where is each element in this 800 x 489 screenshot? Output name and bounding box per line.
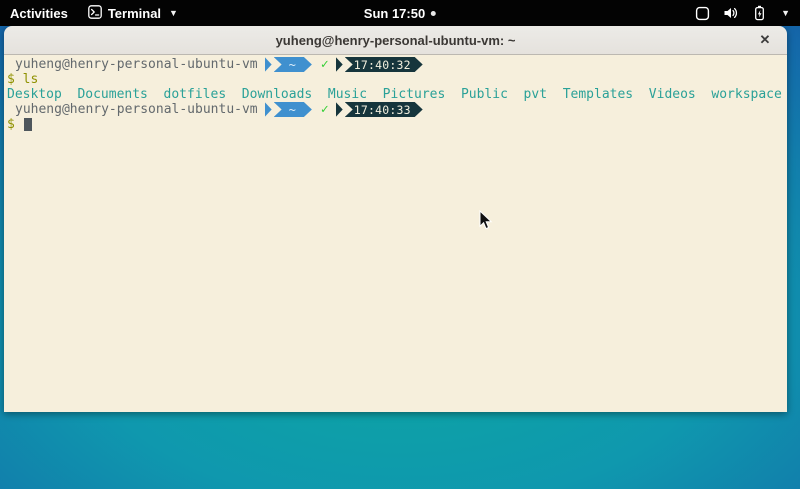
prompt-line: yuheng@henry-personal-ubuntu-vm ~ ✓ 17:4… — [7, 57, 787, 72]
app-menu-label: Terminal — [108, 6, 161, 21]
command-text: ls — [23, 72, 39, 87]
volume-icon — [723, 5, 740, 21]
notification-dot — [431, 11, 436, 16]
terminal-window: yuheng@henry-personal-ubuntu-vm: ~ ✕ yuh… — [4, 26, 787, 412]
prompt-host: yuheng@henry-personal-ubuntu-vm — [15, 102, 258, 117]
terminal-icon — [88, 5, 102, 22]
terminal-content[interactable]: yuheng@henry-personal-ubuntu-vm ~ ✓ 17:4… — [4, 55, 787, 412]
powerline-prompt: ~ ✓ 17:40:32 — [265, 57, 423, 72]
app-menu-button[interactable]: Terminal ▼ — [78, 0, 188, 26]
text-cursor — [24, 118, 32, 131]
desktop: Activities Terminal ▼ Sun 17:50 — [0, 0, 800, 489]
status-check-icon: ✓ — [321, 57, 329, 72]
prompt-line: yuheng@henry-personal-ubuntu-vm ~ ✓ 17:4… — [7, 102, 787, 117]
powerline-arrow-icon — [336, 57, 343, 72]
prompt-symbol: $ — [7, 72, 15, 87]
activities-button[interactable]: Activities — [0, 0, 78, 26]
powerline-arrow-icon — [265, 102, 272, 117]
display-icon — [695, 6, 710, 21]
status-check-icon: ✓ — [321, 102, 329, 117]
input-line[interactable]: $ — [7, 117, 787, 132]
powerline-arrow-icon — [265, 57, 272, 72]
battery-charging-icon — [753, 5, 766, 21]
window-titlebar[interactable]: yuheng@henry-personal-ubuntu-vm: ~ ✕ — [4, 26, 787, 55]
command-line: $ ls — [7, 72, 787, 87]
close-icon[interactable]: ✕ — [753, 26, 777, 54]
powerline-arrow-icon — [336, 102, 343, 117]
window-title: yuheng@henry-personal-ubuntu-vm: ~ — [276, 33, 516, 48]
ls-output: Desktop Documents dotfiles Downloads Mus… — [7, 87, 787, 102]
system-status-menu[interactable]: ▼ — [689, 0, 800, 26]
chevron-down-icon: ▼ — [169, 9, 178, 18]
powerline-prompt: ~ ✓ 17:40:33 — [265, 102, 423, 117]
prompt-host: yuheng@henry-personal-ubuntu-vm — [15, 57, 258, 72]
chevron-down-icon: ▼ — [781, 9, 790, 18]
prompt-path-segment: ~ — [274, 102, 312, 117]
prompt-symbol: $ — [7, 117, 15, 132]
top-bar: Activities Terminal ▼ Sun 17:50 — [0, 0, 800, 26]
prompt-time: 17:40:32 — [345, 57, 423, 72]
clock-button[interactable]: Sun 17:50 — [354, 0, 446, 26]
prompt-time: 17:40:33 — [345, 102, 423, 117]
clock-label: Sun 17:50 — [364, 6, 425, 21]
prompt-path-segment: ~ — [274, 57, 312, 72]
